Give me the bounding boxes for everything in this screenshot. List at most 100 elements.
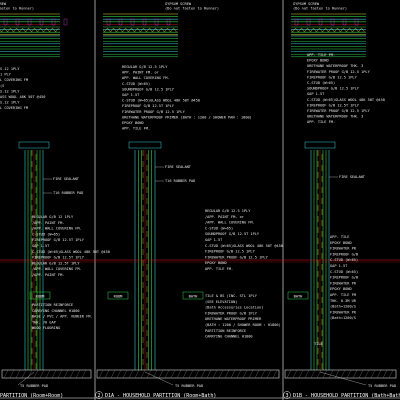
layer-label: C-STUD (W=65)GLASS WOOL 48K 50T @450 xyxy=(205,244,283,248)
detail-label: (Bath Accessories Location) xyxy=(205,306,263,310)
rubber-pad-label: T5 RUBBER PAD xyxy=(20,384,48,388)
layer-label: APP. TILE FM xyxy=(330,293,357,297)
layer-label: SOUNDPROOF G/B 12.5 1PLY xyxy=(307,87,360,91)
layer-label: REGULAR G/B 12.5 1PLY xyxy=(205,209,251,213)
layer-label: APP. TILE FM. xyxy=(307,53,335,57)
layer-label: FIREWATER PROOF G/B 12.5 1PLY xyxy=(122,110,186,114)
detail-label: FIREWATER PROOF G/B 1PLY xyxy=(205,311,258,315)
slab-hatch xyxy=(388,369,394,379)
layer-label: S.12 1PLY xyxy=(0,67,20,71)
ceiling-slab xyxy=(128,141,162,149)
layer-label: FIREWATER PROOF G/B 12.5 1PLY xyxy=(307,70,371,74)
slab-hatch xyxy=(340,369,346,379)
layer-label: C-STUD (W=65)GLASS WOOL 48K 50T @450 xyxy=(307,98,385,102)
slab-hatch xyxy=(292,369,298,379)
layer-label: 1 PLY xyxy=(0,73,12,77)
layer-label: C-STUD (W=65) xyxy=(122,82,150,86)
no-fasten-note: (Do not fasten to Runner) xyxy=(165,7,219,11)
slab-hatch xyxy=(57,369,63,379)
slab-hatch xyxy=(170,369,176,379)
layer-label: FIREPROOF G/B xyxy=(330,252,358,256)
slab-hatch xyxy=(236,369,242,379)
slab-hatch xyxy=(304,369,310,379)
layer-label: REGULAR G/B 12.5T 1PLY xyxy=(32,261,80,265)
layer-label: GAP 1.5T xyxy=(307,92,325,96)
slab-hatch xyxy=(116,369,122,379)
detail-title: D1B - HOUSEHOLD PARTITION (Bath+Bath) xyxy=(293,393,400,399)
layer-label: C-STUD (W=65) xyxy=(330,270,358,274)
slab-hatch xyxy=(382,369,388,379)
slab-hatch xyxy=(21,369,27,379)
layer-label: (Bath=1200/S xyxy=(330,305,356,309)
slab-hatch xyxy=(63,369,69,379)
layer-label: SOUNDPROOF G/B 12.5T 1PLY xyxy=(205,232,260,236)
slab-hatch xyxy=(110,369,116,379)
layer-label: FIREPROOF G/B 12.5T 1PLY xyxy=(32,256,85,260)
layer-label: /APP. PAINT FM. xyxy=(32,273,64,277)
slab-hatch xyxy=(230,369,236,379)
leader-line xyxy=(144,371,174,386)
layer-label: C-STUD (W=65) xyxy=(205,226,233,230)
slab-hatch xyxy=(39,369,45,379)
layer-label: REGULAR G/B 12 1PLY xyxy=(32,215,74,219)
ceiling-slab xyxy=(304,141,336,149)
layer-label: APP. TILE FM. xyxy=(307,120,335,124)
layer-label: C-STUD (W=65) xyxy=(32,232,60,236)
layer-label: FIREPROOF G/B xyxy=(330,276,358,280)
room-tag: ROOM xyxy=(36,295,45,299)
no-fasten-note: (Do not fasten to Runner) xyxy=(0,7,34,11)
slab-hatch xyxy=(248,369,254,379)
layer-label: EPOXY BOND xyxy=(307,59,329,63)
layer-label: S.12 1PLY xyxy=(0,89,20,93)
floor-slab xyxy=(284,369,397,379)
detail-label: PARTITION REINFORCE xyxy=(32,303,73,307)
slab-hatch xyxy=(286,369,292,379)
detail-label: WOOD FLOORING xyxy=(32,326,60,330)
layer-label: FIREWATER PROOF G/B 12.5 1PLY xyxy=(205,255,269,259)
layer-label: C-STUD (W=65) xyxy=(330,258,358,262)
slab-hatch xyxy=(370,369,376,379)
layer-label: URETHANE WATERPROOF THK. 3 xyxy=(307,115,363,119)
slab-hatch xyxy=(328,369,334,379)
slab-hatch xyxy=(346,369,352,379)
rubber-pad-label: T5 RUBBER PAD xyxy=(368,384,396,388)
slab-hatch xyxy=(364,369,370,379)
glass-wool-hatch xyxy=(0,27,59,33)
floor-slab xyxy=(96,369,280,379)
partition-details-drawing: GYPSUM SCREW(Do not fasten to Runner)S.1… xyxy=(0,0,400,400)
layer-label: /APP. WALL COVERING FM. xyxy=(32,227,82,231)
slab-hatch xyxy=(242,369,248,379)
slab-hatch xyxy=(218,369,224,379)
slab-hatch xyxy=(224,369,230,379)
slab-hatch xyxy=(272,369,278,379)
slab-hatch xyxy=(260,369,266,379)
slab-hatch xyxy=(158,369,164,379)
layer-label: EPOXY BOND xyxy=(330,241,352,245)
slab-hatch xyxy=(376,369,382,379)
layer-label: /APP. WALL COVERING FM. xyxy=(205,221,255,225)
bath-tag: BATH xyxy=(189,295,198,299)
layer-label: APP. TILE FM. xyxy=(122,127,150,131)
layer-label: GAP 1.5T xyxy=(205,238,223,242)
slab-hatch xyxy=(3,369,9,379)
layer-label: L COVERING FM xyxy=(0,78,29,82)
layer-label: EPOXY BOND xyxy=(122,121,144,125)
detail-label: CARRYING CHANNEL H1800 xyxy=(32,309,80,313)
layer-label: APP. PAINT FM. or xyxy=(122,71,160,75)
slab-hatch xyxy=(128,369,134,379)
layer-label: APP. TILE FM. xyxy=(205,267,233,271)
layer-label: GAP 1.5T xyxy=(330,264,348,268)
slab-hatch xyxy=(298,369,304,379)
slab-hatch xyxy=(182,369,188,379)
detail-label: THK. 70 GAP xyxy=(32,320,56,324)
slab-hatch xyxy=(140,369,146,379)
layer-label: URETHANE WATERPROOF THK. 3 xyxy=(307,64,363,68)
layer-label: THK. 0.3M UR xyxy=(330,299,357,303)
layer-label: FIREWATER PROOF G/B 12.5 1PLY xyxy=(307,109,371,113)
slab-hatch xyxy=(188,369,194,379)
slab-hatch xyxy=(254,369,260,379)
layer-label: URETHANE WATERPROOF PRIMER (BATH : 1200 … xyxy=(122,115,252,119)
slab-hatch xyxy=(322,369,328,379)
slab-hatch xyxy=(122,369,128,379)
slab-hatch xyxy=(69,369,75,379)
